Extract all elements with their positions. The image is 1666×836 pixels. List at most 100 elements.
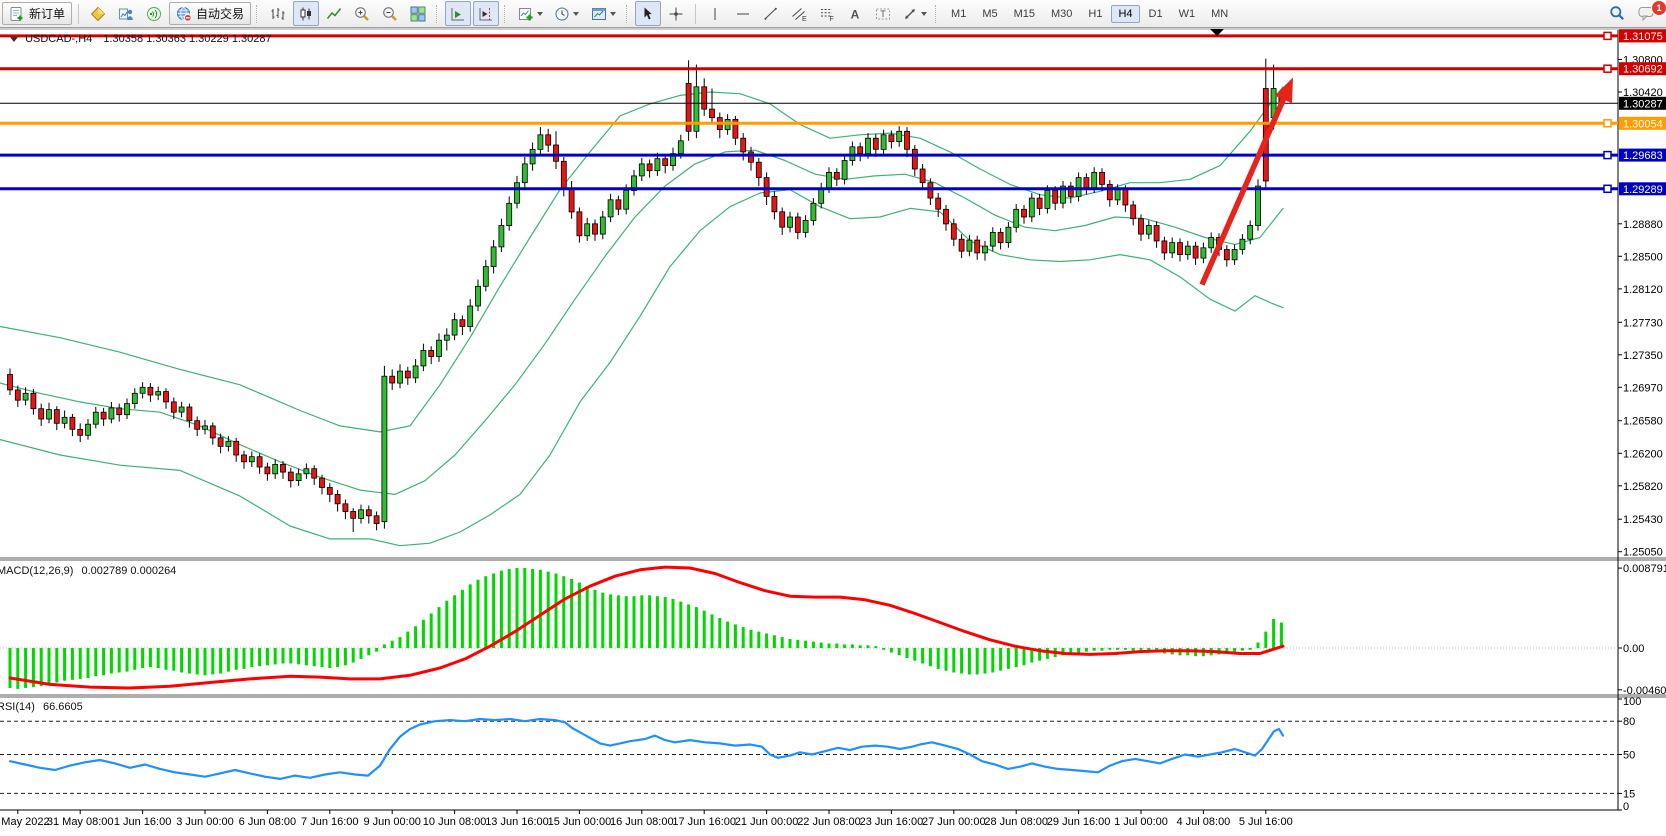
chart-canvas[interactable]: 1.308001.304201.288801.285001.281201.277… (0, 0, 1666, 836)
chart-bars-button[interactable] (265, 1, 291, 26)
svg-text:1.29289: 1.29289 (1623, 184, 1663, 196)
svg-text:27 Jun 00:00: 27 Jun 00:00 (922, 816, 986, 828)
macd-indicator-values: 0.002789 0.000264 (81, 565, 176, 577)
separator (695, 4, 696, 24)
signals-button[interactable] (141, 1, 167, 26)
crosshair-icon (668, 6, 684, 22)
svg-text:1.28880: 1.28880 (1623, 219, 1663, 231)
crosshair-button[interactable] (663, 1, 689, 26)
chart-line-button[interactable] (321, 1, 347, 26)
app-window: 新订单 自动交易 (0, 0, 1666, 836)
svg-text:1.31075: 1.31075 (1623, 31, 1663, 43)
chart-symbol-period: USDCAD-,H4 (25, 33, 92, 45)
rsi-indicator-value: 66.6605 (43, 701, 83, 713)
svg-text:7 Jun 16:00: 7 Jun 16:00 (301, 816, 359, 828)
svg-text:1.28120: 1.28120 (1623, 284, 1663, 296)
vertical-line-button[interactable] (702, 1, 728, 26)
toolbar-grip[interactable] (626, 5, 630, 23)
text-label-button[interactable]: T (870, 1, 896, 26)
candlestick-chart-icon (298, 6, 314, 22)
bar-chart-icon (270, 6, 286, 22)
search-button[interactable] (1604, 1, 1630, 26)
tf-mn[interactable]: MN (1204, 5, 1235, 23)
svg-text:1.28500: 1.28500 (1623, 251, 1663, 263)
svg-text:1 Jun 16:00: 1 Jun 16:00 (114, 816, 172, 828)
line-chart-icon (326, 6, 342, 22)
toolbar-grip[interactable] (436, 5, 440, 23)
auto-trading-globe-icon (176, 6, 192, 22)
auto-scroll-icon (450, 6, 466, 22)
text-label-icon: T (875, 6, 891, 22)
zoom-in-button[interactable] (349, 1, 375, 26)
svg-text:1.27730: 1.27730 (1623, 317, 1663, 329)
svg-text:30 May 2022: 30 May 2022 (0, 816, 50, 828)
svg-text:1.26580: 1.26580 (1623, 416, 1663, 428)
toolbar-grip[interactable] (935, 5, 939, 23)
trendline-icon (763, 6, 779, 22)
svg-text:0: 0 (1623, 801, 1629, 813)
tf-m5[interactable]: M5 (975, 5, 1004, 23)
svg-text:0.008791: 0.008791 (1623, 563, 1666, 575)
indicators-button[interactable] (513, 1, 547, 26)
chart-shift-button[interactable] (473, 1, 499, 26)
toolbar-right: 1 (1604, 1, 1660, 26)
arrows-icon (902, 6, 918, 22)
tile-windows-button[interactable] (405, 1, 431, 26)
toolbar-grip[interactable] (256, 5, 260, 23)
fibonacci-icon: F (819, 6, 835, 22)
tf-m1[interactable]: M1 (944, 5, 973, 23)
svg-text:10 Jun 08:00: 10 Jun 08:00 (423, 816, 487, 828)
svg-text:5 Jul 16:00: 5 Jul 16:00 (1239, 816, 1293, 828)
svg-text:22 Jun 08:00: 22 Jun 08:00 (797, 816, 861, 828)
svg-text:6 Jun 08:00: 6 Jun 08:00 (239, 816, 297, 828)
tf-m30[interactable]: M30 (1044, 5, 1079, 23)
svg-text:15 Jun 00:00: 15 Jun 00:00 (548, 816, 612, 828)
svg-text:21 Jun 00:00: 21 Jun 00:00 (735, 816, 799, 828)
symbols-button[interactable] (85, 1, 111, 26)
svg-text:E: E (802, 16, 807, 22)
svg-text:1 Jul 00:00: 1 Jul 00:00 (1114, 816, 1168, 828)
tf-h1[interactable]: H1 (1081, 5, 1109, 23)
new-order-icon (9, 6, 25, 22)
tf-h4[interactable]: H4 (1111, 5, 1139, 23)
notifications-button[interactable]: 1 (1638, 5, 1660, 23)
auto-trading-button[interactable]: 自动交易 (169, 2, 251, 25)
text-icon: A (847, 6, 863, 22)
arrows-button[interactable] (898, 1, 930, 26)
trendline-button[interactable] (758, 1, 784, 26)
templates-button[interactable] (585, 1, 621, 26)
text-button[interactable]: A (842, 1, 868, 26)
toolbar-grip[interactable] (504, 5, 508, 23)
cursor-button[interactable] (635, 1, 661, 26)
svg-text:16 Jun 08:00: 16 Jun 08:00 (610, 816, 674, 828)
new-order-button[interactable]: 新订单 (2, 2, 72, 25)
horizontal-line-button[interactable] (730, 1, 756, 26)
svg-text:A: A (851, 7, 860, 21)
cursor-arrow-icon (640, 6, 656, 22)
symbols-icon (90, 6, 106, 22)
new-order-label: 新订单 (29, 5, 65, 22)
svg-text:1.30054: 1.30054 (1623, 118, 1663, 130)
chart-candles-button[interactable] (293, 1, 319, 26)
toolbar: 新订单 自动交易 (0, 0, 1666, 28)
equidistant-channel-button[interactable]: E (786, 1, 812, 26)
separator (78, 4, 79, 24)
tf-d1[interactable]: D1 (1142, 5, 1170, 23)
tf-w1[interactable]: W1 (1172, 5, 1203, 23)
tile-windows-icon (410, 6, 426, 22)
svg-text:29 Jun 16:00: 29 Jun 16:00 (1047, 816, 1111, 828)
svg-text:3 Jun 00:00: 3 Jun 00:00 (176, 816, 234, 828)
macd-label-line: MACD(12,26,9) 0.002789 0.000264 (0, 565, 176, 577)
zoom-out-button[interactable] (377, 1, 403, 26)
auto-scroll-button[interactable] (445, 1, 471, 26)
auto-trading-label: 自动交易 (196, 5, 244, 22)
fibonacci-button[interactable]: F (814, 1, 840, 26)
svg-text:F: F (830, 16, 834, 22)
tf-m15[interactable]: M15 (1007, 5, 1042, 23)
periods-button[interactable] (549, 1, 583, 26)
template-icon (591, 6, 607, 22)
svg-text:13 Jun 16:00: 13 Jun 16:00 (485, 816, 549, 828)
indicators-icon (518, 6, 534, 22)
data-window-button[interactable] (113, 1, 139, 26)
vertical-line-icon (707, 6, 723, 22)
